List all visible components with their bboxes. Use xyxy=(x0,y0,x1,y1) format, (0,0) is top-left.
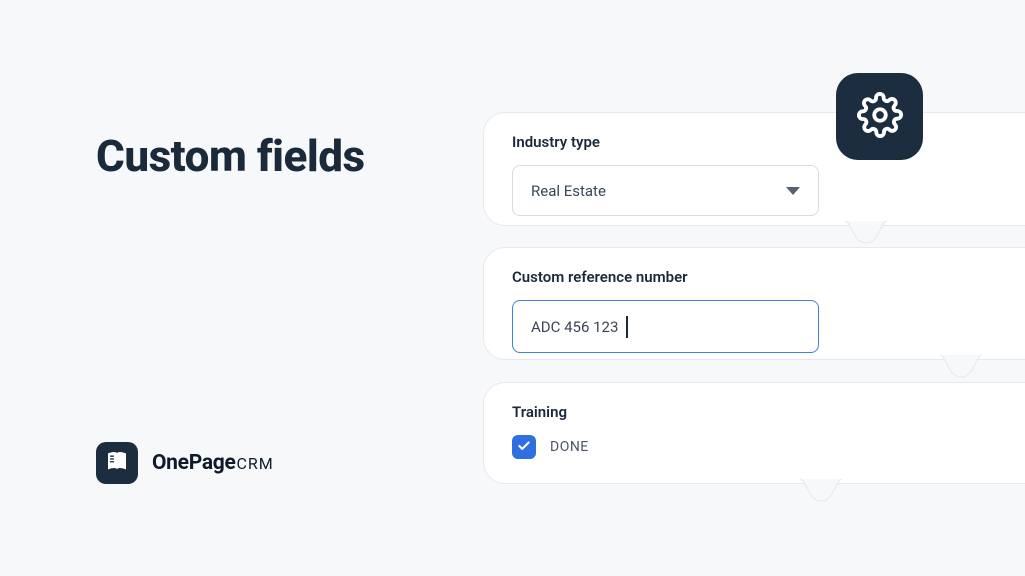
brand-logo: OnePage CRM xyxy=(96,442,274,484)
field-card-industry: Industry type Real Estate xyxy=(483,112,1025,226)
reference-input[interactable]: ADC 456 123 xyxy=(512,300,819,353)
book-icon xyxy=(105,449,129,477)
settings-button[interactable] xyxy=(836,73,923,160)
brand-name-primary: OnePage xyxy=(152,451,236,475)
reference-input-value: ADC 456 123 xyxy=(531,318,618,336)
industry-label: Industry type xyxy=(512,133,1019,151)
field-card-reference: Custom reference number ADC 456 123 xyxy=(483,247,1025,360)
chevron-down-icon xyxy=(786,187,800,195)
training-checkbox-label: DONE xyxy=(550,439,589,455)
training-label: Training xyxy=(512,403,1019,421)
brand-logo-text: OnePage CRM xyxy=(152,451,274,475)
reference-label: Custom reference number xyxy=(512,268,1019,286)
training-checkbox-row: DONE xyxy=(512,435,1019,459)
industry-dropdown-value: Real Estate xyxy=(531,182,606,200)
text-cursor-icon xyxy=(626,316,628,338)
field-card-training: Training DONE xyxy=(483,382,1025,484)
training-checkbox[interactable] xyxy=(512,435,536,459)
industry-dropdown[interactable]: Real Estate xyxy=(512,165,819,216)
check-icon xyxy=(517,438,531,457)
brand-name-secondary: CRM xyxy=(237,454,274,473)
gear-icon xyxy=(857,92,903,142)
brand-logo-mark xyxy=(96,442,138,484)
page-title: Custom fields xyxy=(96,130,365,182)
